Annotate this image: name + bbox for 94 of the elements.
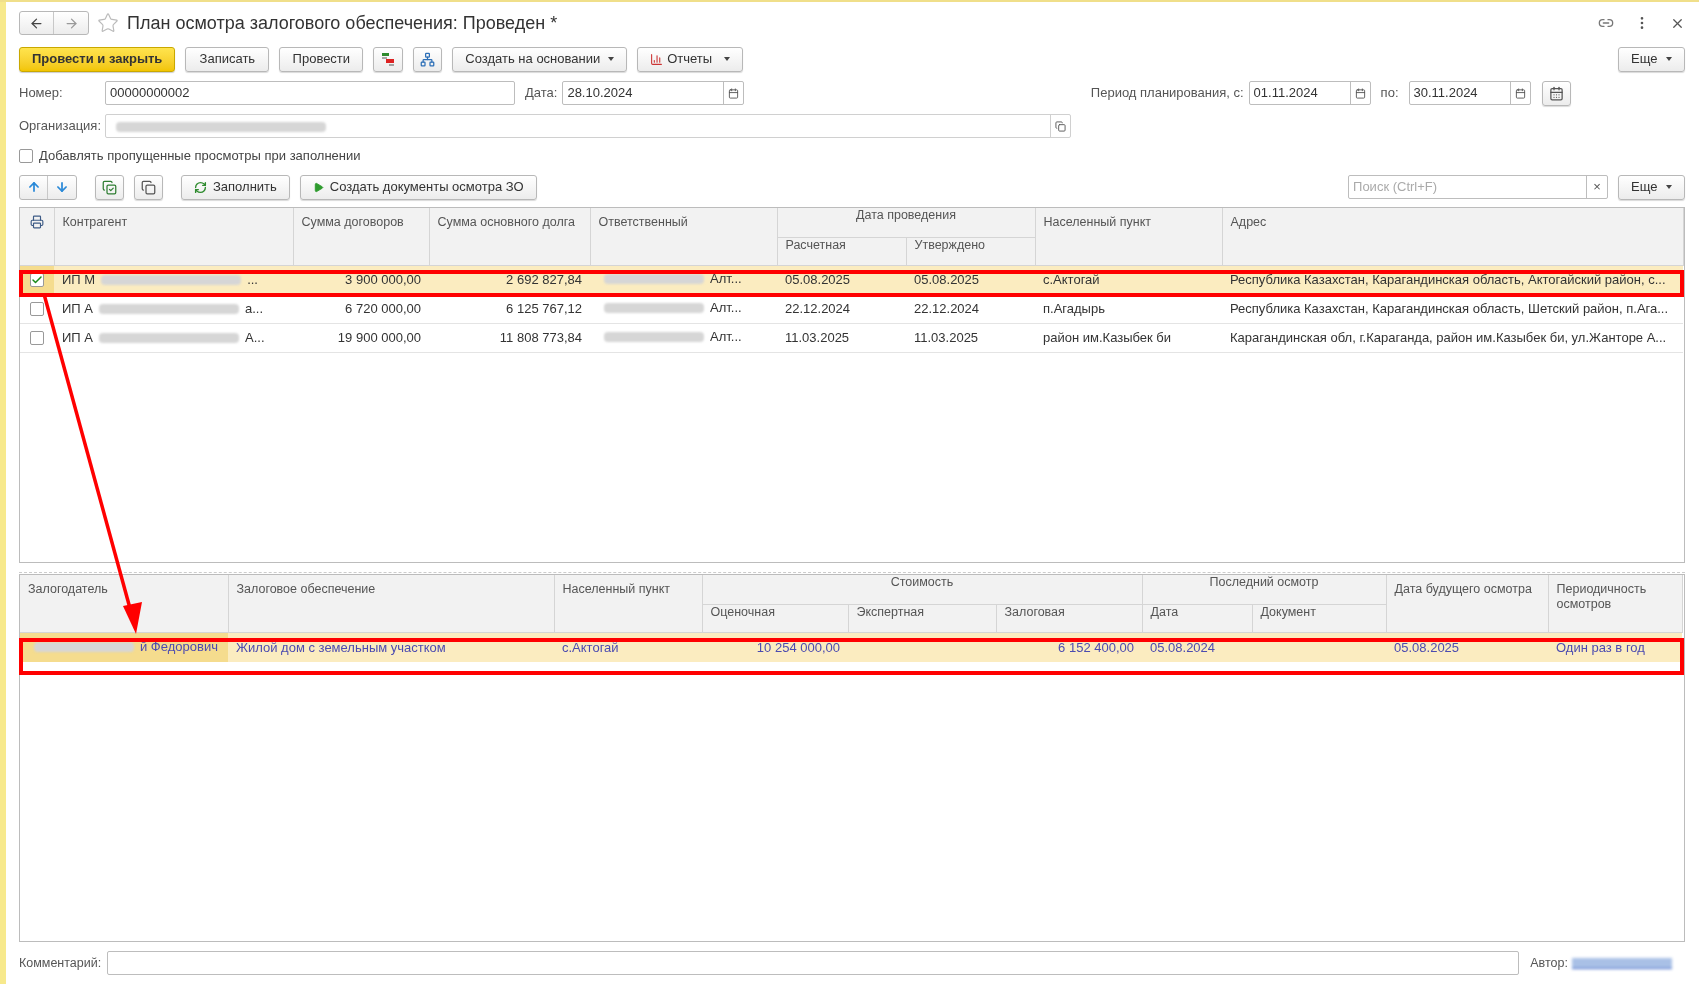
more-button[interactable]: Еще xyxy=(1618,46,1685,72)
up-arrow-icon xyxy=(26,180,41,194)
reports-button[interactable]: Отчеты xyxy=(637,46,744,72)
clear-search-button[interactable]: × xyxy=(1586,176,1608,198)
column-group-header: Дата проведения xyxy=(777,208,1035,237)
period-start-field[interactable]: 01.11.2024 xyxy=(1248,81,1371,105)
forward-icon xyxy=(63,15,79,31)
search-field[interactable]: Поиск (Ctrl+F) × xyxy=(1348,175,1609,199)
column-header[interactable]: Залоговое обеспечение xyxy=(228,575,554,632)
table-cell: район им.Казыбек би xyxy=(1035,323,1222,352)
cell-text: А... xyxy=(245,328,265,347)
calendar-icon xyxy=(1514,87,1526,99)
toolbar-button[interactable]: Записать xyxy=(185,46,270,72)
caret-icon xyxy=(1665,57,1672,61)
field-label: Период планирования, с: xyxy=(1090,84,1244,103)
cell-text: а... xyxy=(245,299,264,318)
checkbox-label: Добавлять пропущенные просмотры при заполнении xyxy=(39,147,361,166)
number-field[interactable]: 00000000002 xyxy=(105,81,515,105)
structure-button[interactable] xyxy=(413,46,443,72)
toolbar-button[interactable]: Провести xyxy=(279,46,364,72)
post-and-close-button[interactable]: Провести и закрыть xyxy=(19,46,176,72)
open-icon xyxy=(1055,120,1066,132)
uncheck-all-icon xyxy=(141,179,156,195)
ledger-icon xyxy=(380,51,397,67)
cell-text: ИП А xyxy=(62,328,93,347)
chart-icon xyxy=(650,52,664,66)
column-header[interactable]: Дата будущего осмотра xyxy=(1386,575,1548,632)
calendar-icon xyxy=(728,87,740,99)
table-row[interactable]: ИП А А... 19 900 000,00 11 808 773,84 Алт... 11.03.2025 11.03.2025 район им.Казыбек би Карагандинская обл, г.Караганда, район им.Казыбек би, ул.Жанторе А... xyxy=(20,323,1683,352)
table-cell: 11.03.2025 xyxy=(777,323,906,352)
fill-button[interactable]: Заполнить xyxy=(181,174,290,200)
field-label: Организация: xyxy=(19,117,103,136)
favorite-star-icon[interactable] xyxy=(97,12,119,34)
field-label: по: xyxy=(1380,84,1399,103)
column-header[interactable]: Населенный пункт xyxy=(554,575,702,632)
row-checkbox[interactable] xyxy=(30,331,44,346)
date-field[interactable]: 28.10.2024 xyxy=(562,81,745,105)
column-header[interactable]: Документ xyxy=(1252,604,1386,632)
table-cell: 19 900 000,00 xyxy=(293,323,429,352)
column-header[interactable]: Дата xyxy=(1142,604,1252,632)
ledger-button[interactable] xyxy=(373,46,404,72)
caret-icon xyxy=(724,57,731,61)
column-header[interactable]: Ответственный xyxy=(590,208,777,265)
check-all-icon xyxy=(102,179,117,195)
create-based-on-button[interactable]: Создать на основании xyxy=(452,46,628,72)
caret-icon xyxy=(608,57,615,61)
column-header[interactable]: Оценочная xyxy=(702,604,848,632)
cell-text: й Федорович xyxy=(140,638,218,657)
field-label: Номер: xyxy=(19,84,64,103)
field-label: Дата: xyxy=(525,84,558,103)
field-label: Комментарий: xyxy=(19,954,102,972)
cell-text: Алт... xyxy=(710,270,742,289)
column-header[interactable]: Экспертная xyxy=(848,604,996,632)
column-header[interactable]: Залогодатель xyxy=(20,575,228,632)
column-header[interactable]: Населенный пункт xyxy=(1035,208,1222,265)
column-group-header: Стоимость xyxy=(702,575,1142,604)
more-button[interactable]: Еще xyxy=(1618,174,1685,200)
play-icon xyxy=(312,181,324,193)
cell-text: ... xyxy=(247,270,258,289)
column-header[interactable]: Сумма договоров xyxy=(293,208,429,265)
table-cell: 11.03.2025 xyxy=(906,323,1035,352)
table-cell: Карагандинская обл, г.Караганда, район им.Казыбек би, ул.Жанторе А... xyxy=(1222,323,1683,352)
check-all-button[interactable] xyxy=(95,174,124,200)
checkbox[interactable] xyxy=(19,149,33,163)
column-header[interactable]: Расчетная xyxy=(777,237,906,265)
organization-field[interactable] xyxy=(105,114,1071,138)
back-icon xyxy=(29,15,44,31)
cell-text: Алт... xyxy=(710,299,742,318)
cell-text: ИП М xyxy=(62,270,96,289)
caret-icon xyxy=(1665,185,1672,189)
cell-text: ИП А xyxy=(62,299,93,318)
row-checkbox[interactable] xyxy=(30,302,44,317)
table-cell: 11 808 773,84 xyxy=(429,323,590,352)
comment-field[interactable] xyxy=(107,951,1520,975)
cell-text: Алт... xyxy=(710,328,742,347)
field-label: Автор: xyxy=(1530,954,1568,972)
structure-icon xyxy=(420,51,436,67)
period-picker-button[interactable] xyxy=(1541,80,1571,106)
column-header[interactable]: Адрес xyxy=(1222,208,1683,265)
create-documents-button[interactable]: Создать документы осмотра ЗО xyxy=(299,174,537,200)
window-title: План осмотра залогового обеспечения: Проведен * xyxy=(127,11,558,35)
column-header[interactable]: Залоговая xyxy=(996,604,1142,632)
column-header[interactable]: Периодичность осмотров xyxy=(1548,575,1682,632)
down-arrow-icon xyxy=(55,180,69,194)
column-header[interactable]: Сумма основного долга xyxy=(429,208,590,265)
calendar-icon xyxy=(1354,87,1366,99)
column-header[interactable]: Контрагент xyxy=(54,208,293,265)
period-end-field[interactable]: 30.11.2024 xyxy=(1408,81,1531,105)
calendar-icon xyxy=(1548,85,1564,101)
column-group-header: Последний осмотр xyxy=(1142,575,1386,604)
uncheck-all-button[interactable] xyxy=(134,174,163,200)
print-icon xyxy=(29,215,44,229)
column-header[interactable]: Утверждено xyxy=(906,237,1035,265)
refresh-icon xyxy=(194,180,207,194)
